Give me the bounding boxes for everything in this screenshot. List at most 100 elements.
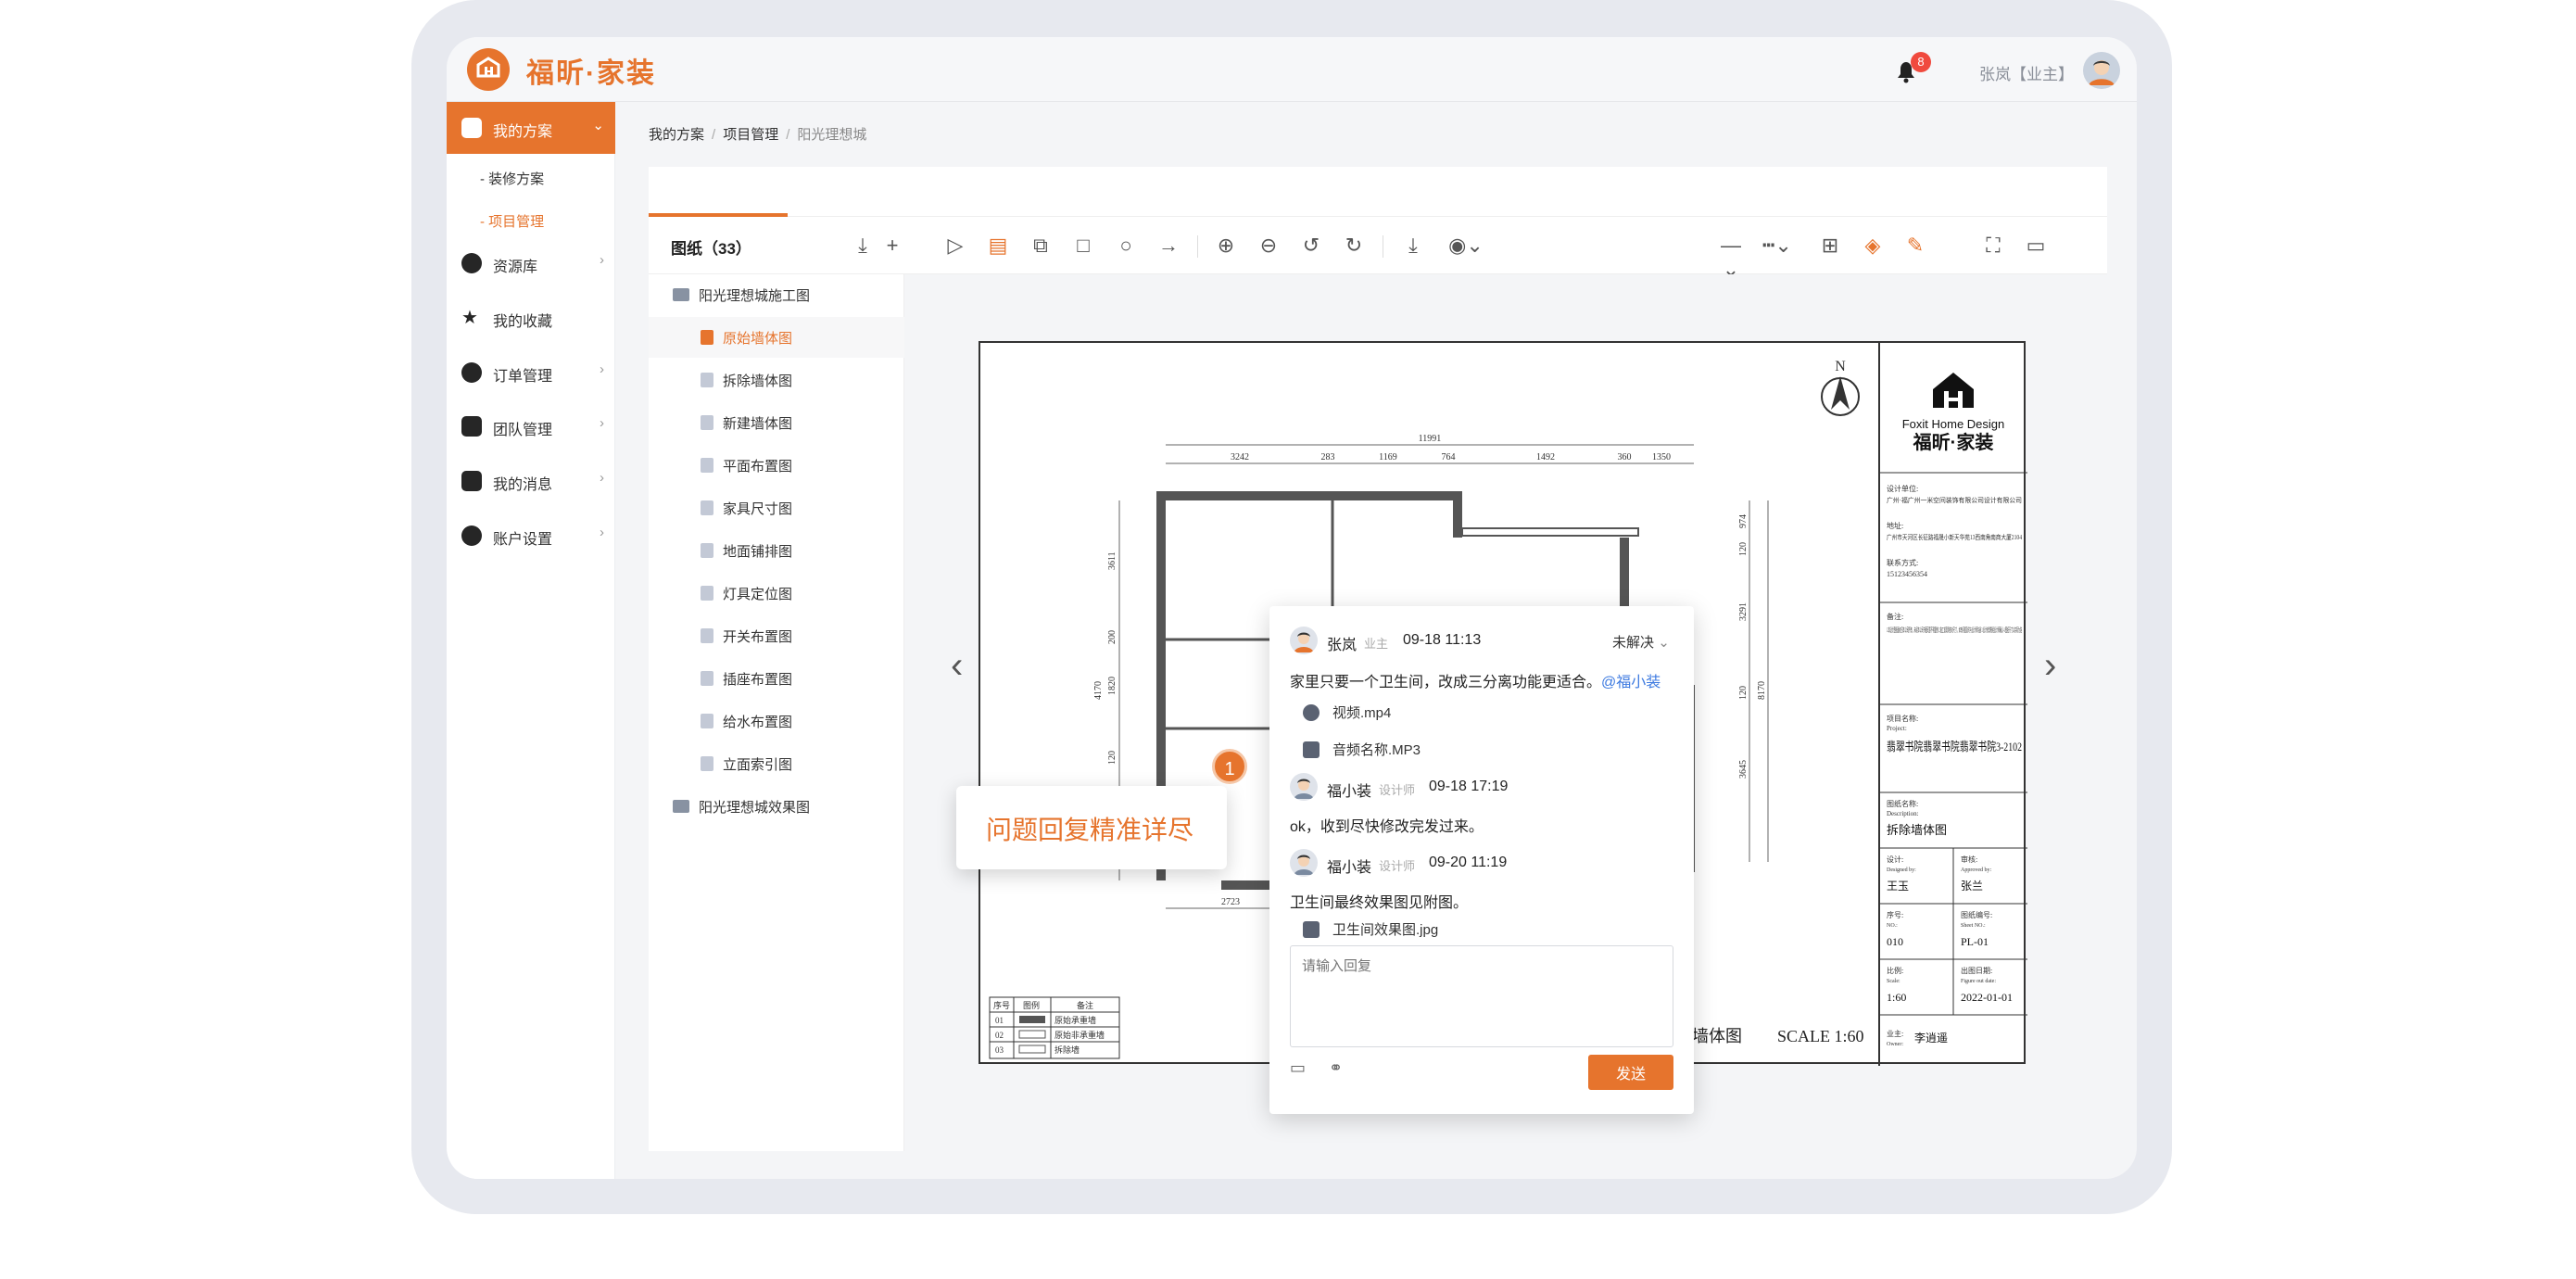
comment-pin[interactable]: 1 [1212,749,1247,784]
music-file-icon [1303,741,1320,758]
chevron-right-icon: › [600,525,604,540]
mention-link[interactable]: @福小装 [1601,675,1661,690]
fullscreen-icon[interactable]: ⛶ [1981,234,2005,258]
comment-message: 卫生间最终效果图见附图。 [1290,895,1469,911]
circle-icon[interactable]: ○ [1114,234,1138,258]
layout-grid-icon[interactable]: ⊞ [1818,234,1842,258]
tb-label-en: Figure out date: [1961,979,1996,984]
sidebar-item-label: 账户设置 [493,532,553,548]
zoom-out-icon[interactable]: ⊖ [1256,234,1281,258]
tree-file[interactable]: 原始墙体图 [701,328,792,348]
file-icon [701,415,713,430]
user-name[interactable]: 张岚【业主】 [1979,61,2074,84]
sidebar-item-messages[interactable]: 我的消息 › [447,455,615,507]
sidebar-item-resources[interactable]: 资源库 › [447,237,615,289]
status-dropdown[interactable]: 未解决 ⌄ [1612,632,1670,652]
file-icon [701,628,713,643]
arrow-right-icon[interactable]: → [1156,234,1181,258]
dim-label: 3291 [1738,602,1749,621]
tb-value: 15123456354 [1887,570,1927,578]
rotate-right-icon[interactable]: ↻ [1342,234,1366,258]
toolbar: 图纸（33） ⤓ + ▷ ▤ ⧉ □ ○ → ⊕ ⊖ ↺ ↻ ⤓ ◉⌄ —⌄ ┅… [649,217,2107,281]
folder-icon[interactable]: ▭ [1290,1058,1306,1078]
dim-label: 2723 [1221,897,1240,907]
dim-label: 4170 [1093,681,1104,700]
tree-file[interactable]: 地面铺排图 [701,541,792,561]
dim-label: 3611 [1107,551,1118,570]
fill-color-icon[interactable]: ◈ [1861,234,1885,258]
sub-item-decoration-plan[interactable]: - 装修方案 [480,169,544,188]
link-icon[interactable]: ⚭ [1329,1058,1343,1078]
rotate-left-icon[interactable]: ↺ [1299,234,1323,258]
file-icon [701,671,713,686]
tree-file-label: 立面索引图 [723,757,793,773]
tree-file[interactable]: 平面布置图 [701,456,792,475]
dim-label: 200 [1107,630,1118,644]
tree-file[interactable]: 立面索引图 [701,754,792,774]
status-label: 未解决 [1612,635,1655,651]
file-icon [701,500,713,515]
comment-annotate-icon[interactable]: ▤ [986,234,1010,258]
tree-file[interactable]: 拆除墙体图 [701,371,792,390]
file-icon [701,714,713,728]
copy-icon[interactable]: ⧉ [1029,234,1053,258]
tb-value: 张兰 [1961,880,1983,893]
palette-icon [461,253,482,273]
commenter-role: 业主 [1364,637,1389,651]
logo-icon [467,48,510,91]
avatar [1290,773,1318,801]
sub-item-project-management[interactable]: - 项目管理 [480,211,544,231]
attachment-video[interactable]: 视频.mp4 [1303,703,1391,722]
notification-badge: 8 [1911,52,1931,72]
next-page-icon[interactable]: › [2044,645,2056,687]
tree-file[interactable]: 家具尺寸图 [701,499,792,518]
dim-label: 1820 [1107,677,1118,695]
tree-file[interactable]: 灯具定位图 [701,584,792,603]
tree-folder-renderings[interactable]: 阳光理想城效果图 [673,797,810,817]
tree-file-label: 平面布置图 [723,459,793,475]
sidebar-item-label: 我的消息 [493,477,553,493]
tree-folder-construction[interactable]: 阳光理想城施工图 [673,285,810,305]
tree-file[interactable]: 插座布置图 [701,669,792,689]
dash-style-icon[interactable]: ┅⌄ [1761,234,1794,258]
add-icon[interactable]: + [880,234,904,258]
eye-icon[interactable]: ◉⌄ [1447,234,1484,258]
comments-list-icon[interactable]: ▭ [2024,234,2048,258]
attachment-audio[interactable]: 音频名称.MP3 [1303,740,1421,759]
comment-time: 09-18 17:19 [1429,779,1509,794]
breadcrumb-item[interactable]: 项目管理 [723,127,778,143]
avatar[interactable] [2083,52,2120,89]
zoom-in-icon[interactable]: ⊕ [1214,234,1238,258]
legend-cell: 拆除墙 [1054,1045,1080,1055]
download-icon[interactable]: ⤓ [851,234,875,258]
rectangle-icon[interactable]: □ [1071,234,1095,258]
sidebar-item-my-plans[interactable]: 我的方案 ⌄ [447,102,615,154]
export-icon[interactable]: ⤓ [1401,234,1425,258]
tb-label-en: Sheet NO.: [1961,923,1986,929]
commenter-role: 设计师 [1379,783,1416,797]
sidebar-item-favorites[interactable]: ★ 我的收藏 [447,292,615,344]
reply-input[interactable] [1290,945,1673,1047]
tb-label: 设计单位: [1887,484,1918,493]
tb-label: 审核: [1961,855,1977,864]
file-icon [701,373,713,387]
send-button[interactable]: 发送 [1588,1055,1673,1090]
pen-icon[interactable]: ✎ [1903,234,1927,258]
file-icon [701,458,713,473]
commenter-role: 设计师 [1379,859,1416,873]
sidebar-item-team[interactable]: 团队管理 › [447,400,615,452]
play-icon [1303,704,1320,721]
sidebar-item-settings[interactable]: 账户设置 › [447,510,615,562]
sheet-scale: SCALE 1:60 [1777,1027,1864,1045]
dim-label: 1169 [1379,452,1397,462]
tree-file[interactable]: 给水布置图 [701,712,792,731]
breadcrumb-item[interactable]: 我的方案 [649,127,704,143]
prev-page-icon[interactable]: ‹ [951,645,963,687]
sidebar-item-orders[interactable]: 订单管理 › [447,347,615,399]
dim-label: 8170 [1757,681,1767,700]
select-arrow-icon[interactable]: ▷ [943,234,967,258]
attachment-image[interactable]: 卫生间效果图.jpg [1303,919,1438,939]
tree-file[interactable]: 新建墙体图 [701,413,792,433]
tree-file[interactable]: 开关布置图 [701,627,792,646]
line-style-icon[interactable]: —⌄ [1714,234,1748,281]
